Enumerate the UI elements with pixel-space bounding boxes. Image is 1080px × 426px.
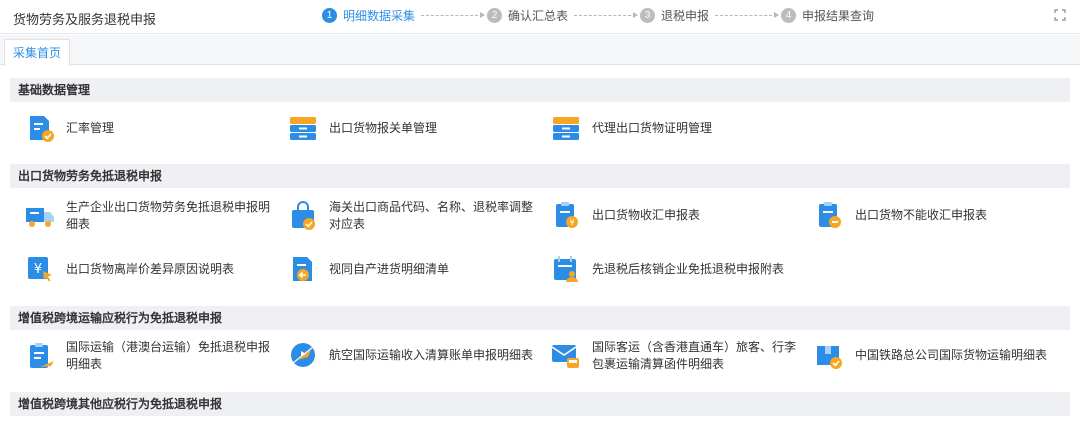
package-check-icon [817, 346, 842, 369]
item-label: 生产企业出口货物劳务免抵退税申报明细表 [66, 200, 271, 231]
step-1[interactable]: 1 明细数据采集 [322, 7, 415, 24]
step-label: 确认汇总表 [508, 8, 569, 23]
airplane-globe-icon [291, 343, 315, 367]
app-title: 货物劳务及服务退税申报 [13, 12, 157, 27]
item-china-railway-freight[interactable]: 中国铁路总公司国际货物运输明细表 [813, 339, 1063, 371]
tab-bar: 采集首页 [0, 35, 1080, 66]
step-connector [715, 11, 780, 18]
step-label: 明细数据采集 [343, 8, 416, 23]
item-label: 中国铁路总公司国际货物运输明细表 [855, 347, 1048, 362]
step-number: 2 [487, 7, 503, 23]
item-label: 代理出口货物证明管理 [592, 120, 713, 135]
item-label: 航空国际运输收入清算账单申报明细表 [329, 347, 534, 362]
calendar-user-icon [554, 256, 578, 282]
item-export-collection-declaration[interactable]: ¥ 出口货物收汇申报表 [550, 199, 800, 231]
top-bar: 货物劳务及服务退税申报 1 明细数据采集 2 确认汇总表 3 退税申报 4 申报… [0, 0, 1080, 34]
item-label: 出口货物报关单管理 [329, 120, 438, 135]
item-refund-before-verification[interactable]: 先退税后核销企业免抵退税申报附表 [550, 253, 800, 285]
item-label: 国际客运（含香港直通车）旅客、行李包裹运输清算函件明细表 [592, 340, 797, 371]
item-label: 出口货物离岸价差异原因说明表 [66, 261, 235, 276]
clipboard-coin-icon: ¥ [556, 202, 578, 228]
item-label: 汇率管理 [66, 120, 115, 135]
item-label: 先退税后核销企业免抵退税申报附表 [592, 261, 785, 276]
mail-bus-icon [551, 345, 579, 368]
step-number: 4 [781, 7, 797, 23]
item-aviation-settlement[interactable]: 航空国际运输收入清算账单申报明细表 [287, 339, 537, 371]
main-content: 基础数据管理 汇率管理 出口货物报关单管理 代理出口货物证明管理 出口货物劳务免… [10, 70, 1070, 426]
step-progress: 1 明细数据采集 2 确认汇总表 3 退税申报 4 申报结果查询 [322, 6, 874, 24]
item-label: 出口货物不能收汇申报表 [855, 207, 988, 222]
item-label: 国际运输（港澳台运输）免抵退税申报明细表 [66, 340, 271, 371]
item-customs-declaration[interactable]: 出口货物报关单管理 [287, 112, 537, 144]
item-fob-difference-explanation[interactable]: ¥ 出口货物离岸价差异原因说明表 [24, 253, 274, 285]
fullscreen-icon[interactable] [1054, 9, 1066, 21]
step-connector [421, 11, 486, 18]
item-label: 出口货物收汇申报表 [592, 207, 701, 222]
section-header-cross-border-transport: 增值税跨境运输应税行为免抵退税申报 [10, 306, 1070, 330]
yen-cursor-icon: ¥ [28, 257, 52, 282]
section-header-cross-border-other: 增值税跨境其他应税行为免抵退税申报 [10, 392, 1070, 416]
step-number: 3 [640, 7, 656, 23]
section-header-export-refund: 出口货物劳务免抵退税申报 [10, 164, 1070, 188]
cabinet-icon [553, 117, 579, 140]
step-4[interactable]: 4 申报结果查询 [781, 7, 874, 24]
item-label: 海关出口商品代码、名称、退税率调整对应表 [329, 200, 534, 231]
step-number: 1 [322, 7, 337, 23]
item-deemed-self-produced[interactable]: 视同自产进货明细清单 [287, 253, 537, 285]
shopping-bag-icon [292, 201, 315, 230]
item-export-no-collection-declaration[interactable]: 出口货物不能收汇申报表 [813, 199, 1063, 231]
truck-icon [26, 208, 54, 227]
item-agent-export-certificate[interactable]: 代理出口货物证明管理 [550, 112, 800, 144]
document-check-icon [30, 116, 54, 142]
step-connector [574, 11, 639, 18]
item-customs-code-adjustment[interactable]: 海关出口商品代码、名称、退税率调整对应表 [287, 199, 537, 233]
import-arrow-icon [293, 257, 312, 281]
item-international-transport[interactable]: 国际运输（港澳台运输）免抵退税申报明细表 [24, 339, 274, 373]
item-passenger-luggage-settlement[interactable]: 国际客运（含香港直通车）旅客、行李包裹运输清算函件明细表 [550, 339, 800, 373]
cabinet-icon [290, 117, 316, 140]
step-label: 退税申报 [661, 8, 710, 23]
item-production-enterprise-detail[interactable]: 生产企业出口货物劳务免抵退税申报明细表 [24, 199, 274, 233]
section-header-basic-data: 基础数据管理 [10, 78, 1070, 102]
svg-text:¥: ¥ [569, 218, 574, 227]
svg-text:¥: ¥ [34, 262, 42, 277]
item-label: 视同自产进货明细清单 [329, 261, 450, 276]
step-2[interactable]: 2 确认汇总表 [487, 7, 568, 24]
clipboard-minus-icon [819, 202, 841, 228]
step-label: 申报结果查询 [802, 8, 875, 23]
step-3[interactable]: 3 退税申报 [640, 7, 709, 24]
item-exchange-rate[interactable]: 汇率管理 [24, 112, 274, 144]
clipboard-plane-icon [30, 343, 54, 368]
tab-collection-home[interactable]: 采集首页 [4, 39, 70, 66]
